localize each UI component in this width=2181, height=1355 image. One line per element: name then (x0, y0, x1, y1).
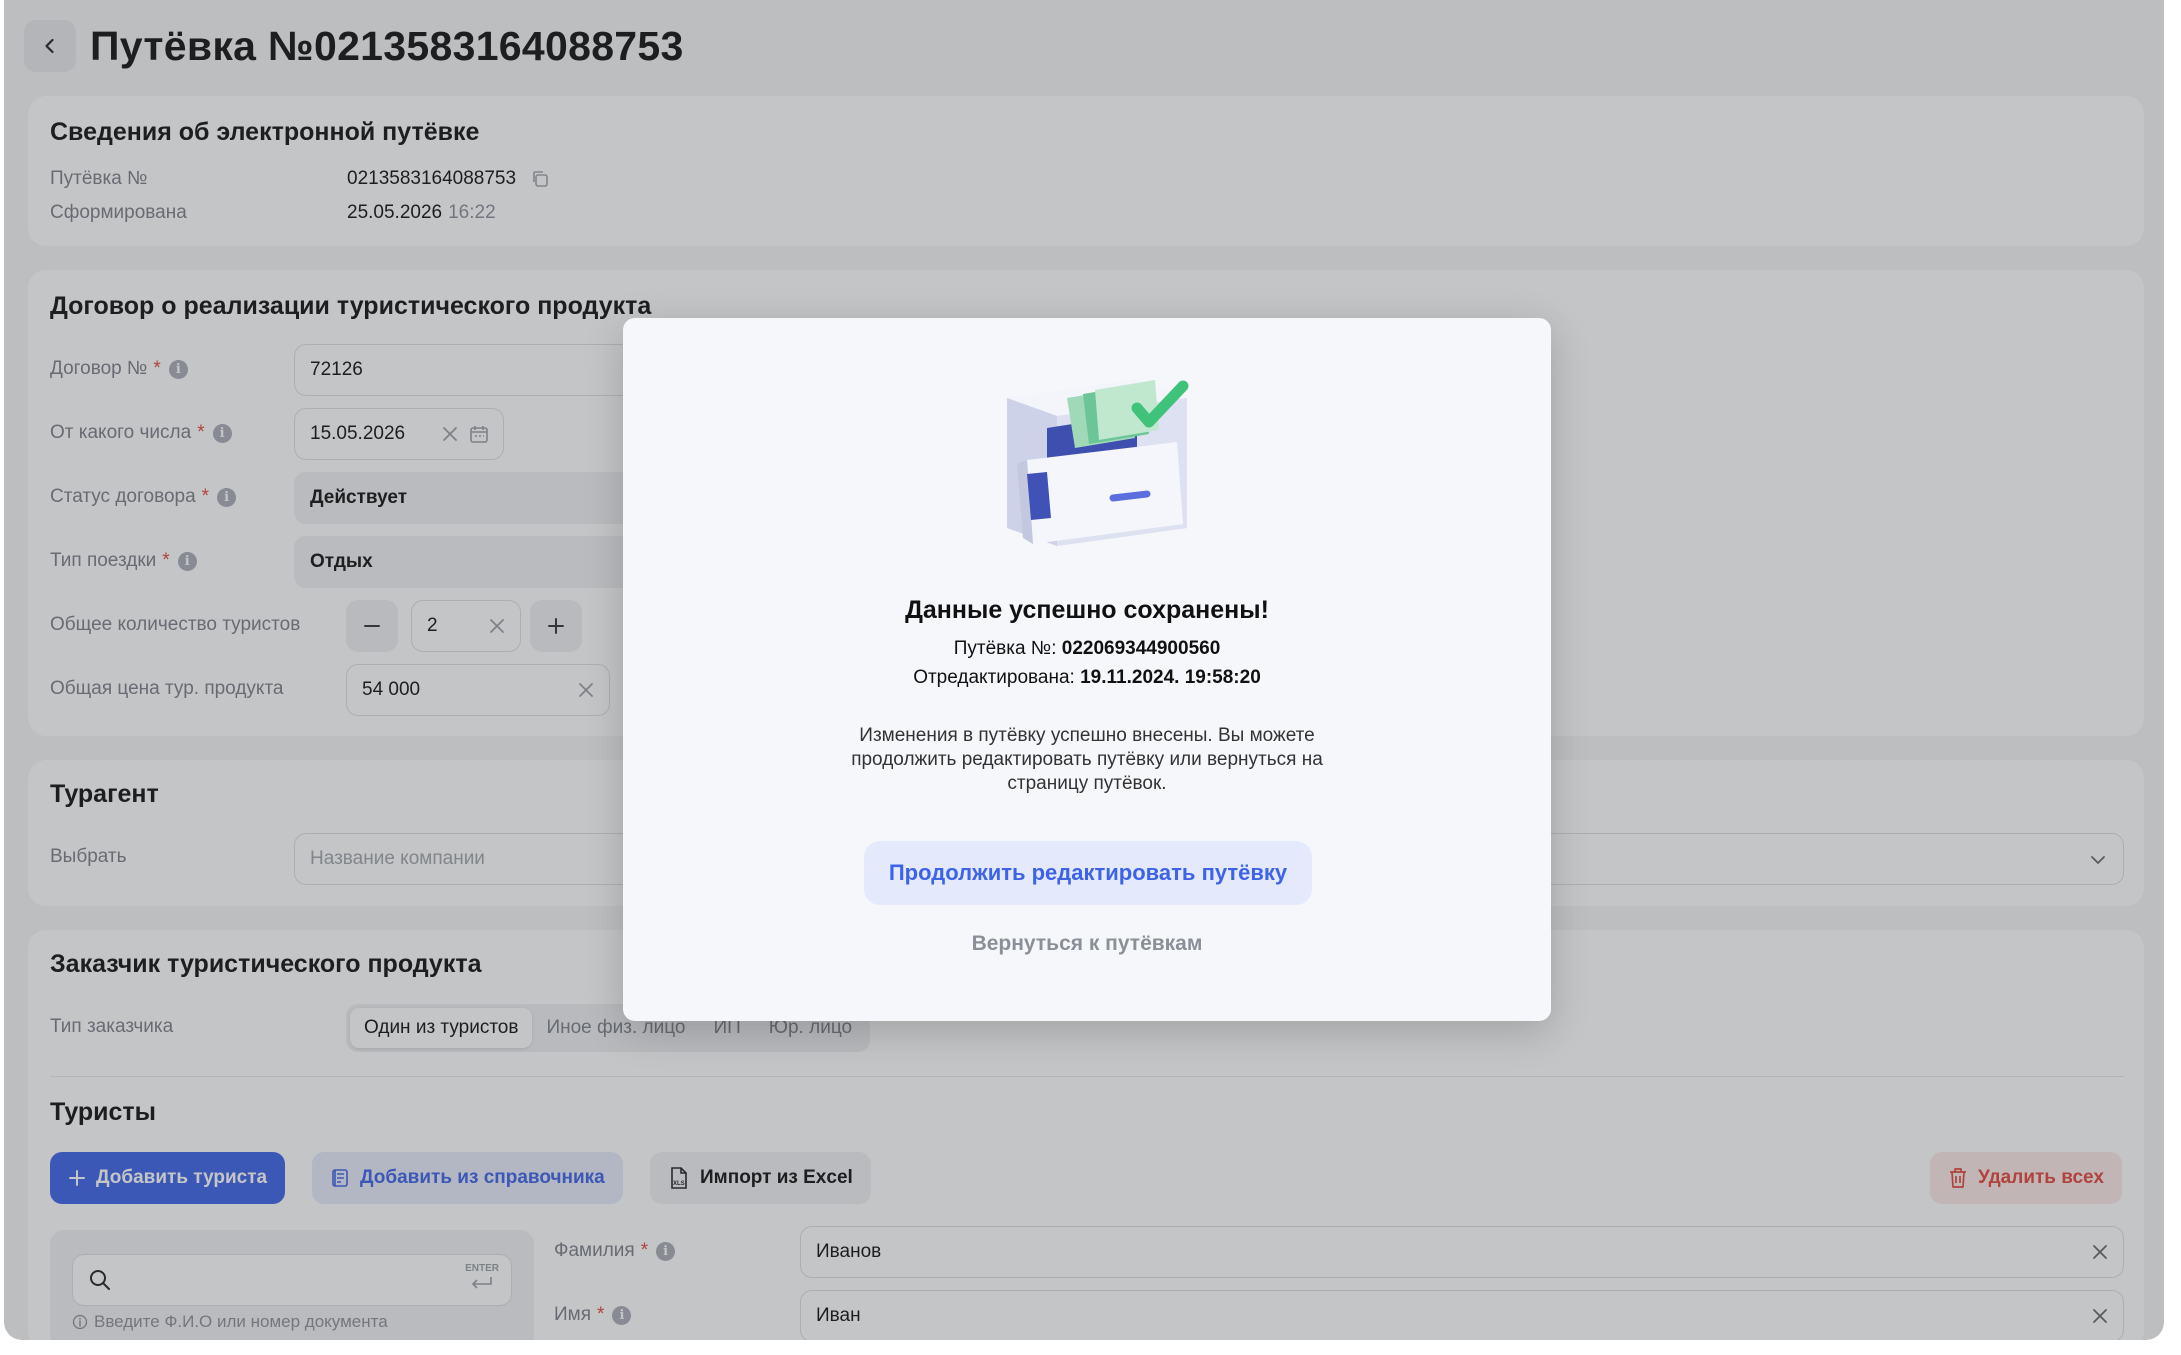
modal-edited-line: Отредактирована: 19.11.2024. 19:58:20 (623, 667, 1551, 689)
continue-editing-button[interactable]: Продолжить редактировать путёвку (864, 841, 1312, 905)
modal-edited-label: Отредактирована: (913, 667, 1075, 688)
modal-voucher-value: 022069344900560 (1061, 638, 1221, 659)
modal-voucher-line: Путёвка №: 022069344900560 (623, 638, 1551, 660)
back-to-vouchers-link[interactable]: Вернуться к путёвкам (623, 932, 1551, 956)
modal-title: Данные успешно сохранены! (905, 596, 1269, 624)
success-modal: Данные успешно сохранены! Путёвка №: 022… (623, 318, 1551, 1021)
modal-edited-value: 19.11.2024. 19:58:20 (1080, 667, 1261, 688)
app-window: Путёвка №0213583164088753 Сведения об эл… (4, 0, 2164, 1340)
modal-voucher-label: Путёвка №: (953, 638, 1057, 659)
file-cabinet-check-icon (1007, 380, 1189, 546)
modal-description: Изменения в путёвку успешно внесены. Вы … (851, 725, 1323, 794)
